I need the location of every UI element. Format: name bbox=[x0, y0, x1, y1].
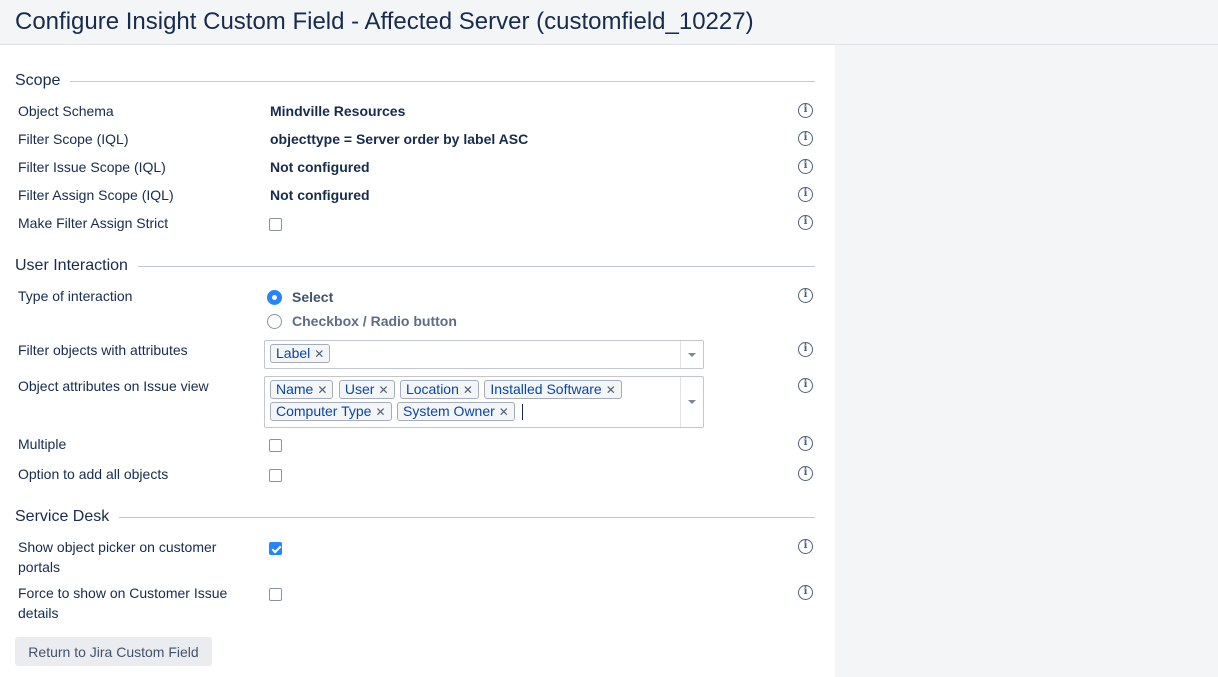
close-icon[interactable]: ✕ bbox=[463, 383, 473, 397]
add-all-objects-label: Option to add all objects bbox=[18, 466, 169, 482]
info-icon[interactable]: i bbox=[798, 342, 813, 357]
service-desk-section-header: Service Desk bbox=[15, 507, 815, 527]
select-radio-label[interactable]: Select bbox=[292, 287, 333, 307]
info-icon[interactable]: i bbox=[798, 585, 813, 600]
filter-issue-scope-value: Not configured bbox=[270, 159, 370, 175]
tag-location: Location ✕ bbox=[399, 380, 479, 399]
divider bbox=[137, 265, 815, 267]
close-icon[interactable]: ✕ bbox=[378, 383, 388, 397]
close-icon[interactable]: ✕ bbox=[606, 383, 616, 397]
info-icon[interactable]: i bbox=[798, 187, 813, 202]
filter-attributes-select[interactable]: Label ✕ bbox=[264, 340, 704, 369]
chevron-down-icon[interactable] bbox=[680, 341, 703, 368]
issue-view-attributes-select[interactable]: Name ✕ User ✕ Location ✕ Installed Software… bbox=[264, 376, 704, 428]
text-cursor bbox=[522, 404, 524, 420]
add-all-objects-checkbox[interactable] bbox=[269, 469, 282, 482]
object-schema-value: Mindville Resources bbox=[270, 103, 406, 119]
filter-attributes-tags: Label ✕ bbox=[270, 344, 675, 366]
divider bbox=[70, 80, 815, 82]
issue-view-attributes-tags: Name ✕ User ✕ Location ✕ Installed Software… bbox=[270, 380, 675, 424]
close-icon[interactable]: ✕ bbox=[375, 405, 385, 419]
tag-name: Name ✕ bbox=[270, 380, 334, 399]
filter-scope-label: Filter Scope (IQL) bbox=[18, 131, 129, 147]
object-schema-label: Object Schema bbox=[18, 103, 114, 119]
force-show-label: Force to show on Customer Issue details bbox=[18, 585, 228, 621]
divider bbox=[119, 516, 815, 518]
tag-computer-type: Computer Type ✕ bbox=[270, 402, 392, 421]
scope-heading: Scope bbox=[15, 72, 61, 89]
show-picker-label: Show object picker on customer portals bbox=[18, 539, 217, 575]
chevron-down-icon[interactable] bbox=[680, 377, 703, 427]
filter-assign-scope-value: Not configured bbox=[270, 187, 370, 203]
filter-scope-value: objecttype = Server order by label ASC bbox=[270, 131, 529, 147]
close-icon[interactable]: ✕ bbox=[317, 383, 327, 397]
info-icon[interactable]: i bbox=[798, 436, 813, 451]
interaction-type-label: Type of interaction bbox=[18, 288, 133, 304]
filter-assign-scope-label: Filter Assign Scope (IQL) bbox=[18, 187, 174, 203]
info-icon[interactable]: i bbox=[798, 103, 813, 118]
tag-system-owner: System Owner ✕ bbox=[396, 402, 515, 421]
info-icon[interactable]: i bbox=[798, 159, 813, 174]
return-to-jira-button[interactable]: Return to Jira Custom Field bbox=[15, 637, 212, 666]
scope-section-header: Scope bbox=[15, 71, 815, 91]
filter-attributes-label: Filter objects with attributes bbox=[18, 342, 188, 358]
show-picker-checkbox[interactable] bbox=[269, 542, 282, 555]
filter-issue-scope-label: Filter Issue Scope (IQL) bbox=[18, 159, 166, 175]
info-icon[interactable]: i bbox=[798, 288, 813, 303]
user-interaction-heading: User Interaction bbox=[15, 257, 128, 274]
tag-label: Label ✕ bbox=[270, 344, 331, 363]
multiple-label: Multiple bbox=[18, 436, 67, 452]
close-icon[interactable]: ✕ bbox=[314, 347, 324, 361]
make-filter-strict-checkbox[interactable] bbox=[269, 218, 282, 231]
info-icon[interactable]: i bbox=[798, 466, 813, 481]
checkbox-radio-button-radio[interactable] bbox=[267, 314, 282, 329]
page-title: Configure Insight Custom Field - Affecte… bbox=[15, 8, 754, 35]
info-icon[interactable]: i bbox=[798, 215, 813, 230]
info-icon[interactable]: i bbox=[798, 131, 813, 146]
tag-user: User ✕ bbox=[338, 380, 395, 399]
config-panel: Scope Object Schema Mindville Resources … bbox=[0, 45, 835, 677]
page-header: Configure Insight Custom Field - Affecte… bbox=[0, 0, 1218, 45]
user-interaction-section-header: User Interaction bbox=[15, 256, 815, 276]
issue-view-attributes-label: Object attributes on Issue view bbox=[18, 378, 209, 394]
info-icon[interactable]: i bbox=[798, 539, 813, 554]
tag-installed-software: Installed Software ✕ bbox=[484, 380, 622, 399]
make-filter-strict-label: Make Filter Assign Strict bbox=[18, 215, 169, 231]
service-desk-heading: Service Desk bbox=[15, 508, 110, 525]
checkbox-radio-button-label[interactable]: Checkbox / Radio button bbox=[292, 311, 457, 331]
select-radio[interactable] bbox=[267, 290, 282, 305]
force-show-checkbox[interactable] bbox=[269, 588, 282, 601]
close-icon[interactable]: ✕ bbox=[499, 405, 509, 419]
multiple-checkbox[interactable] bbox=[269, 439, 282, 452]
info-icon[interactable]: i bbox=[798, 378, 813, 393]
